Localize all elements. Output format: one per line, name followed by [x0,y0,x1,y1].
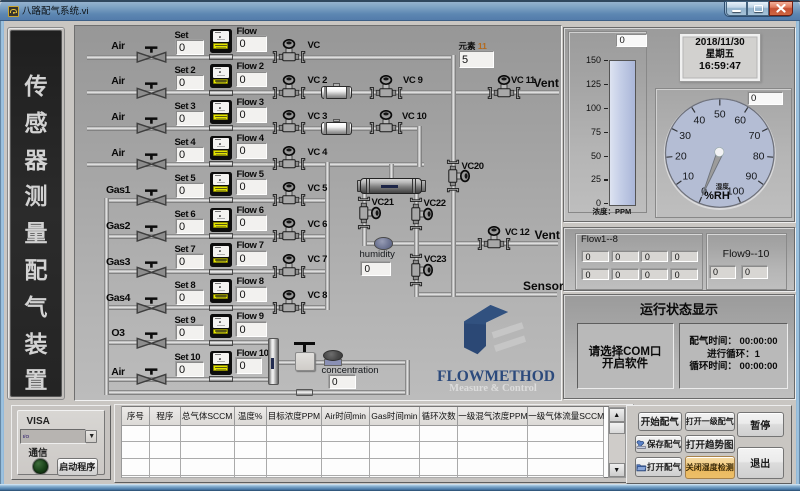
svg-text:70: 70 [749,129,761,141]
svg-text:10: 10 [682,170,694,182]
svg-text:30: 30 [679,129,691,141]
svg-text:40: 40 [694,114,706,126]
svg-text:湿度: 湿度 [716,181,730,190]
svg-text:80: 80 [753,150,765,162]
svg-text:60: 60 [734,114,746,126]
svg-text:20: 20 [675,150,687,162]
svg-text:50: 50 [714,108,726,120]
svg-text:90: 90 [746,170,758,182]
